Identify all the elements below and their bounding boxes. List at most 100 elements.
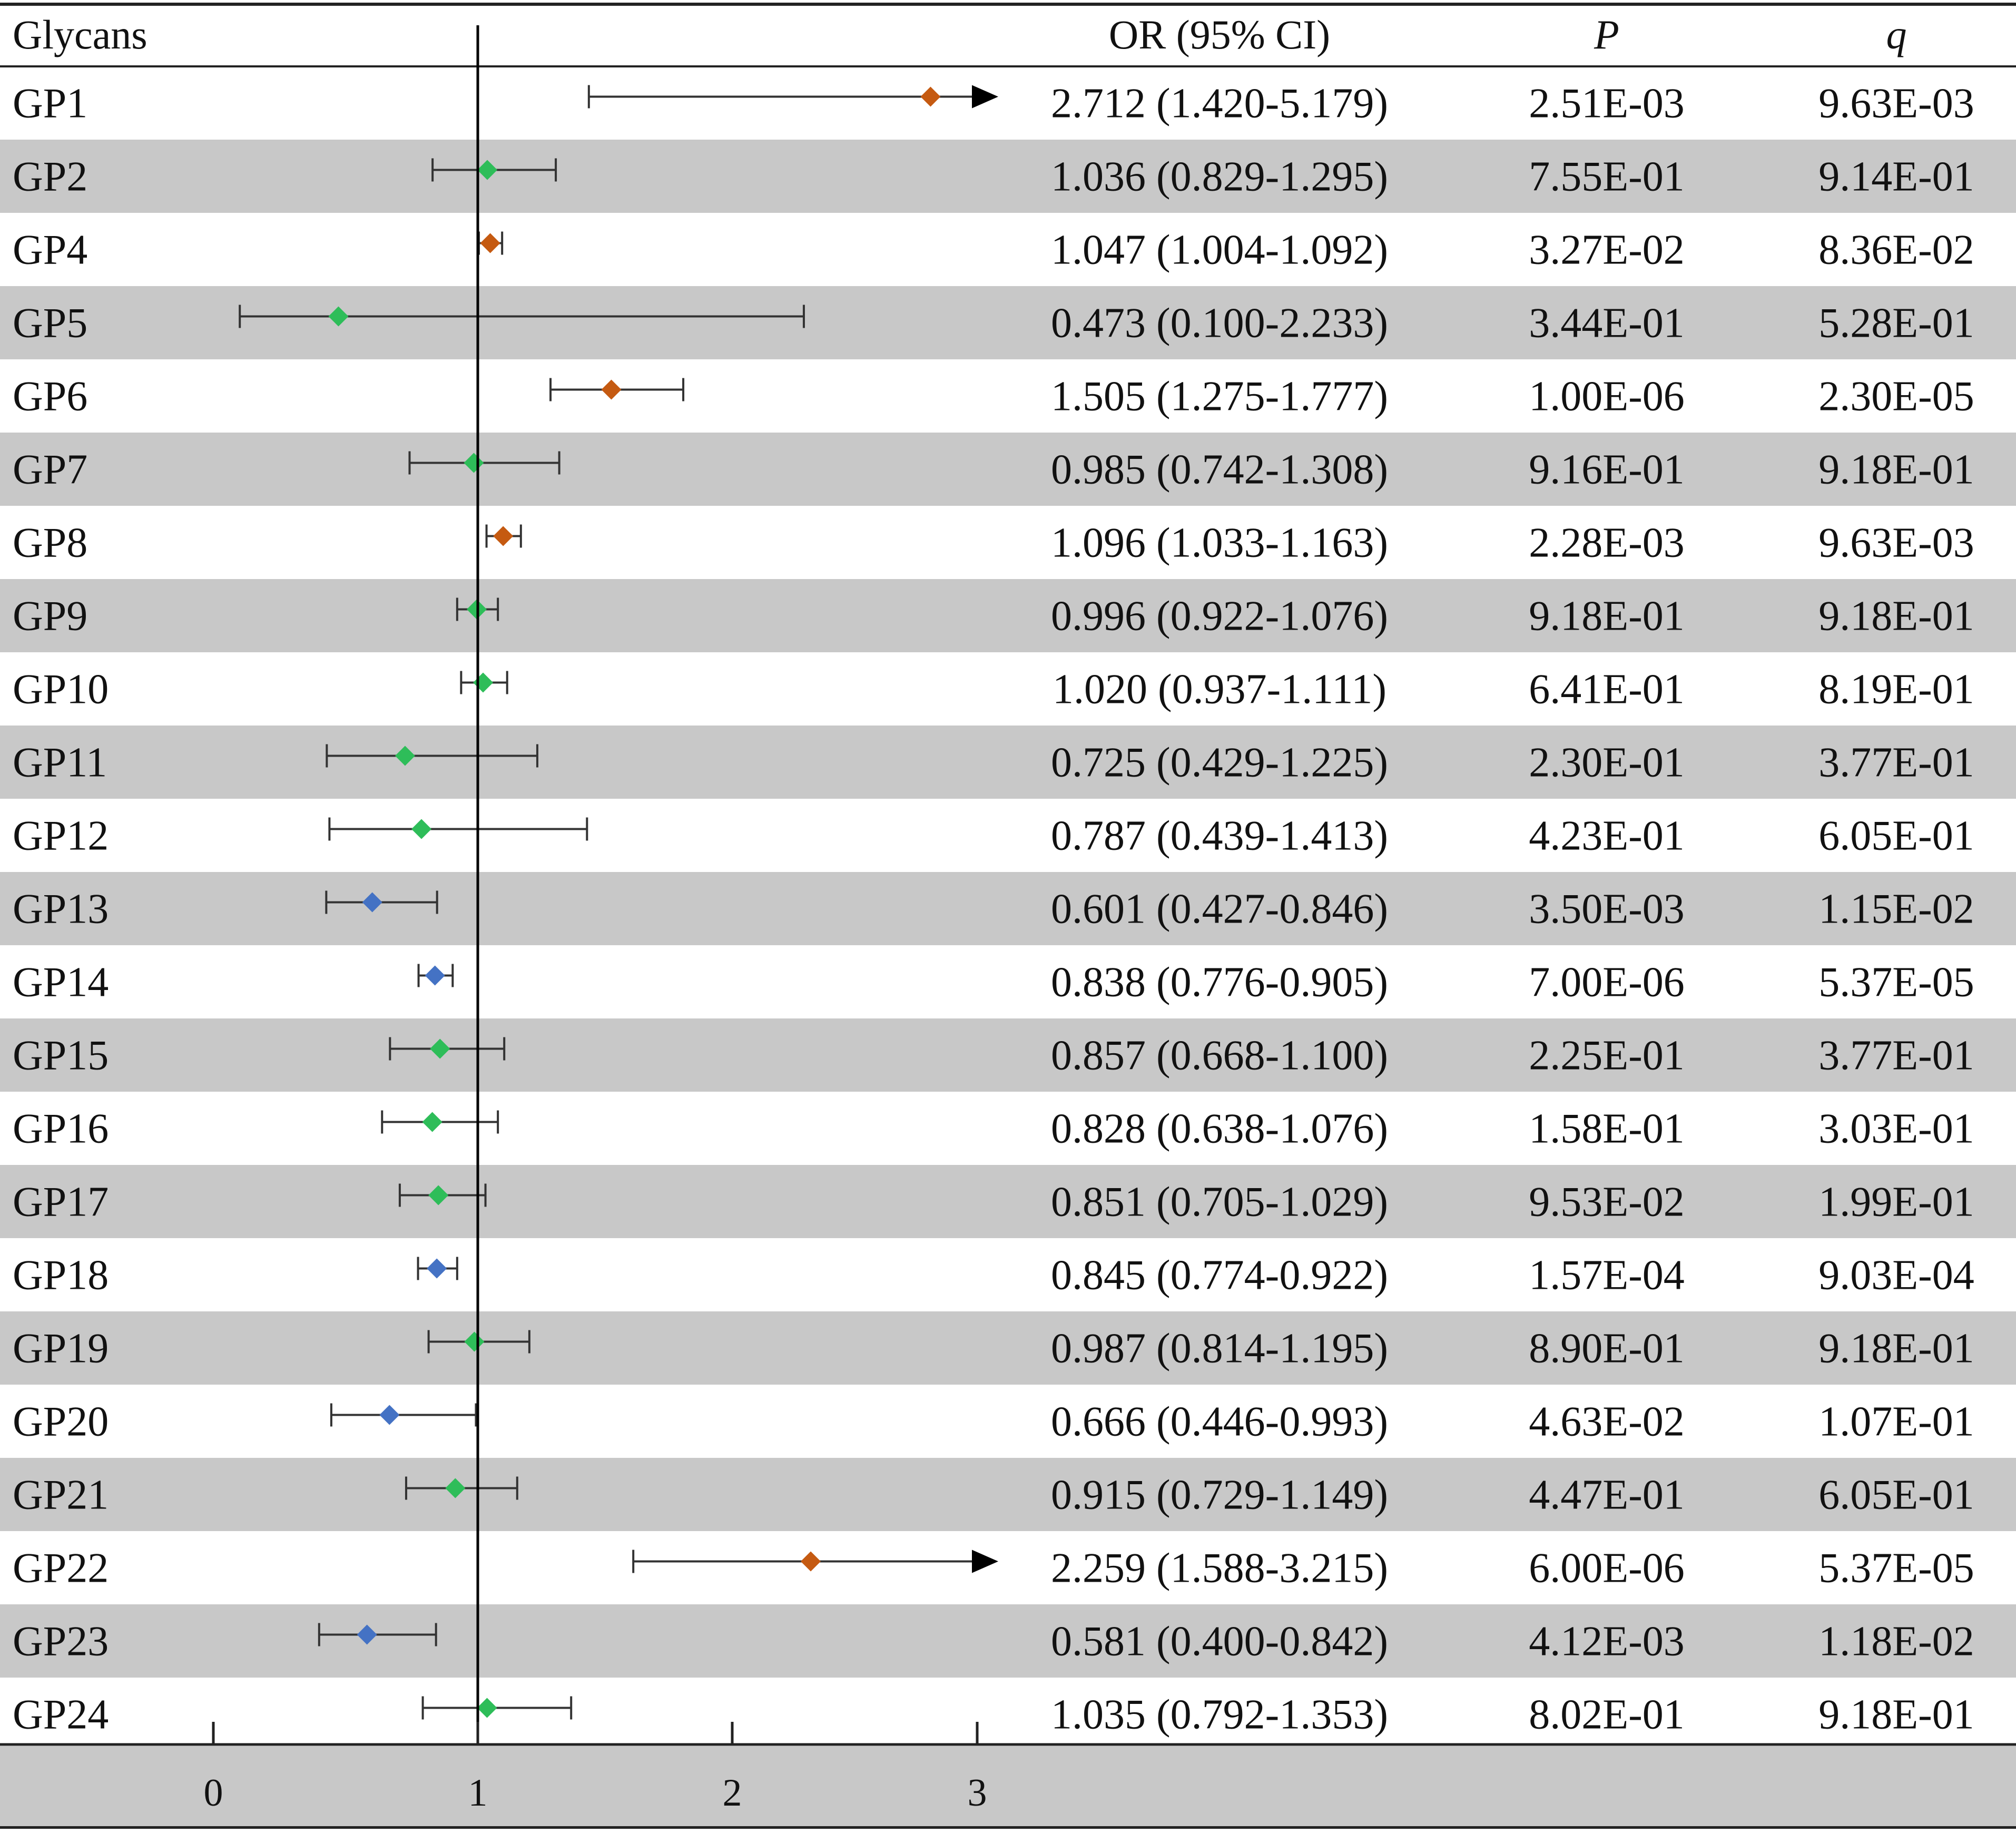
p-value: 1.58E-01 bbox=[1529, 1106, 1685, 1152]
header-glycans: Glycans bbox=[13, 12, 147, 57]
q-value: 6.05E-01 bbox=[1818, 1472, 1974, 1518]
or-point bbox=[480, 233, 500, 253]
ci-mark bbox=[485, 524, 522, 548]
p-value: 4.47E-01 bbox=[1529, 1472, 1685, 1518]
q-value: 1.18E-02 bbox=[1818, 1619, 1974, 1665]
q-value: 3.03E-01 bbox=[1818, 1106, 1974, 1152]
q-value: 5.37E-05 bbox=[1818, 959, 1974, 1006]
or-ci-value: 2.259 (1.588-3.215) bbox=[1051, 1545, 1388, 1592]
row-band bbox=[0, 1458, 2016, 1531]
or-point bbox=[422, 1112, 442, 1132]
or-point bbox=[477, 1698, 497, 1718]
q-value: 3.77E-01 bbox=[1818, 740, 1974, 786]
glycan-label: GP21 bbox=[13, 1472, 109, 1518]
q-value: 9.18E-01 bbox=[1818, 1692, 1974, 1738]
p-value: 2.51E-03 bbox=[1529, 81, 1685, 127]
p-value: 6.41E-01 bbox=[1529, 666, 1685, 713]
q-value: 1.07E-01 bbox=[1818, 1399, 1974, 1445]
q-value: 5.28E-01 bbox=[1818, 300, 1974, 347]
or-point bbox=[473, 672, 494, 693]
or-point bbox=[920, 86, 941, 107]
or-point bbox=[493, 526, 514, 546]
row-band bbox=[0, 1604, 2016, 1678]
or-point bbox=[411, 819, 432, 839]
table-row: GP14 0.838 (0.776-0.905) 7.00E-06 5.37E-05 bbox=[13, 959, 1974, 1006]
glycan-label: GP11 bbox=[13, 740, 107, 786]
or-ci-value: 0.845 (0.774-0.922) bbox=[1051, 1252, 1388, 1299]
axis-band bbox=[0, 1746, 2016, 1826]
glycan-label: GP7 bbox=[13, 447, 87, 493]
or-ci-value: 0.838 (0.776-0.905) bbox=[1051, 959, 1388, 1006]
or-ci-value: 0.601 (0.427-0.846) bbox=[1051, 886, 1388, 933]
p-value: 3.50E-03 bbox=[1529, 886, 1685, 933]
p-value: 3.44E-01 bbox=[1529, 300, 1685, 347]
table-row: GP24 1.035 (0.792-1.353) 8.02E-01 9.18E-01 bbox=[13, 1692, 1974, 1738]
or-ci-value: 0.987 (0.814-1.195) bbox=[1051, 1326, 1388, 1372]
glycan-label: GP12 bbox=[13, 813, 109, 859]
ci-mark bbox=[421, 1696, 573, 1720]
or-ci-value: 0.996 (0.922-1.076) bbox=[1051, 593, 1388, 640]
glycan-label: GP18 bbox=[13, 1252, 109, 1299]
q-value: 9.63E-03 bbox=[1818, 81, 1974, 127]
or-ci-value: 0.666 (0.446-0.993) bbox=[1051, 1399, 1388, 1445]
p-value: 7.55E-01 bbox=[1529, 154, 1685, 200]
glycan-label: GP17 bbox=[13, 1179, 109, 1226]
ci-mark bbox=[417, 964, 454, 987]
row-band bbox=[0, 872, 2016, 945]
ci-mark bbox=[549, 378, 685, 401]
table-row: GP22 2.259 (1.588-3.215) 6.00E-06 5.37E-05 bbox=[13, 1545, 1974, 1592]
p-value: 9.16E-01 bbox=[1529, 447, 1685, 493]
p-value: 6.00E-06 bbox=[1529, 1545, 1685, 1592]
or-ci-value: 0.581 (0.400-0.842) bbox=[1051, 1619, 1388, 1665]
p-value: 1.57E-04 bbox=[1529, 1252, 1685, 1299]
ci-mark bbox=[478, 231, 504, 255]
glycan-label: GP1 bbox=[13, 81, 87, 127]
q-value: 3.77E-01 bbox=[1818, 1033, 1974, 1079]
glycan-label: GP5 bbox=[13, 300, 87, 347]
glycan-label: GP16 bbox=[13, 1106, 109, 1152]
p-value: 9.53E-02 bbox=[1529, 1179, 1685, 1226]
or-ci-value: 0.473 (0.100-2.233) bbox=[1051, 300, 1388, 347]
q-value: 9.03E-04 bbox=[1818, 1252, 1974, 1299]
x-tick-label: 1 bbox=[468, 1771, 488, 1815]
header-q: q bbox=[1886, 12, 1907, 57]
or-point bbox=[601, 379, 622, 400]
p-value: 7.00E-06 bbox=[1529, 959, 1685, 1006]
p-value: 8.02E-01 bbox=[1529, 1692, 1685, 1738]
table-row: GP20 0.666 (0.446-0.993) 4.63E-02 1.07E-01 bbox=[13, 1399, 1974, 1445]
or-ci-value: 0.725 (0.429-1.225) bbox=[1051, 740, 1388, 786]
row-band bbox=[0, 1311, 2016, 1385]
q-value: 9.63E-03 bbox=[1818, 520, 1974, 566]
p-value: 2.30E-01 bbox=[1529, 740, 1685, 786]
q-value: 1.99E-01 bbox=[1818, 1179, 1974, 1226]
glycan-label: GP22 bbox=[13, 1545, 109, 1592]
or-point bbox=[801, 1551, 821, 1572]
q-value: 5.37E-05 bbox=[1818, 1545, 1974, 1592]
q-value: 8.36E-02 bbox=[1818, 227, 1974, 273]
p-value: 4.63E-02 bbox=[1529, 1399, 1685, 1445]
or-ci-value: 0.985 (0.742-1.308) bbox=[1051, 447, 1388, 493]
glycan-label: GP2 bbox=[13, 154, 87, 200]
glycan-label: GP4 bbox=[13, 227, 87, 273]
header-p: P bbox=[1594, 12, 1619, 57]
glycan-label: GP10 bbox=[13, 666, 109, 713]
p-value: 8.90E-01 bbox=[1529, 1326, 1685, 1372]
ci-mark bbox=[381, 1110, 499, 1134]
or-ci-value: 1.036 (0.829-1.295) bbox=[1051, 154, 1388, 200]
row-band bbox=[0, 1018, 2016, 1092]
q-value: 8.19E-01 bbox=[1818, 666, 1974, 713]
p-value: 3.27E-02 bbox=[1529, 227, 1685, 273]
glycan-label: GP15 bbox=[13, 1033, 109, 1079]
table-row: GP16 0.828 (0.638-1.076) 1.58E-01 3.03E-01 bbox=[13, 1106, 1974, 1152]
p-value: 4.23E-01 bbox=[1529, 813, 1685, 859]
q-value: 9.18E-01 bbox=[1818, 447, 1974, 493]
glycan-label: GP23 bbox=[13, 1619, 109, 1665]
forest-plot: Glycans OR (95% CI) P q GP1 2.712 (1.420-… bbox=[0, 3, 2016, 1829]
x-tick-label: 2 bbox=[723, 1771, 742, 1815]
q-value: 9.18E-01 bbox=[1818, 593, 1974, 640]
row-band bbox=[0, 140, 2016, 213]
or-point bbox=[379, 1405, 400, 1425]
or-ci-value: 1.505 (1.275-1.777) bbox=[1051, 374, 1388, 420]
q-value: 1.15E-02 bbox=[1818, 886, 1974, 933]
ci-mark bbox=[330, 1403, 477, 1427]
